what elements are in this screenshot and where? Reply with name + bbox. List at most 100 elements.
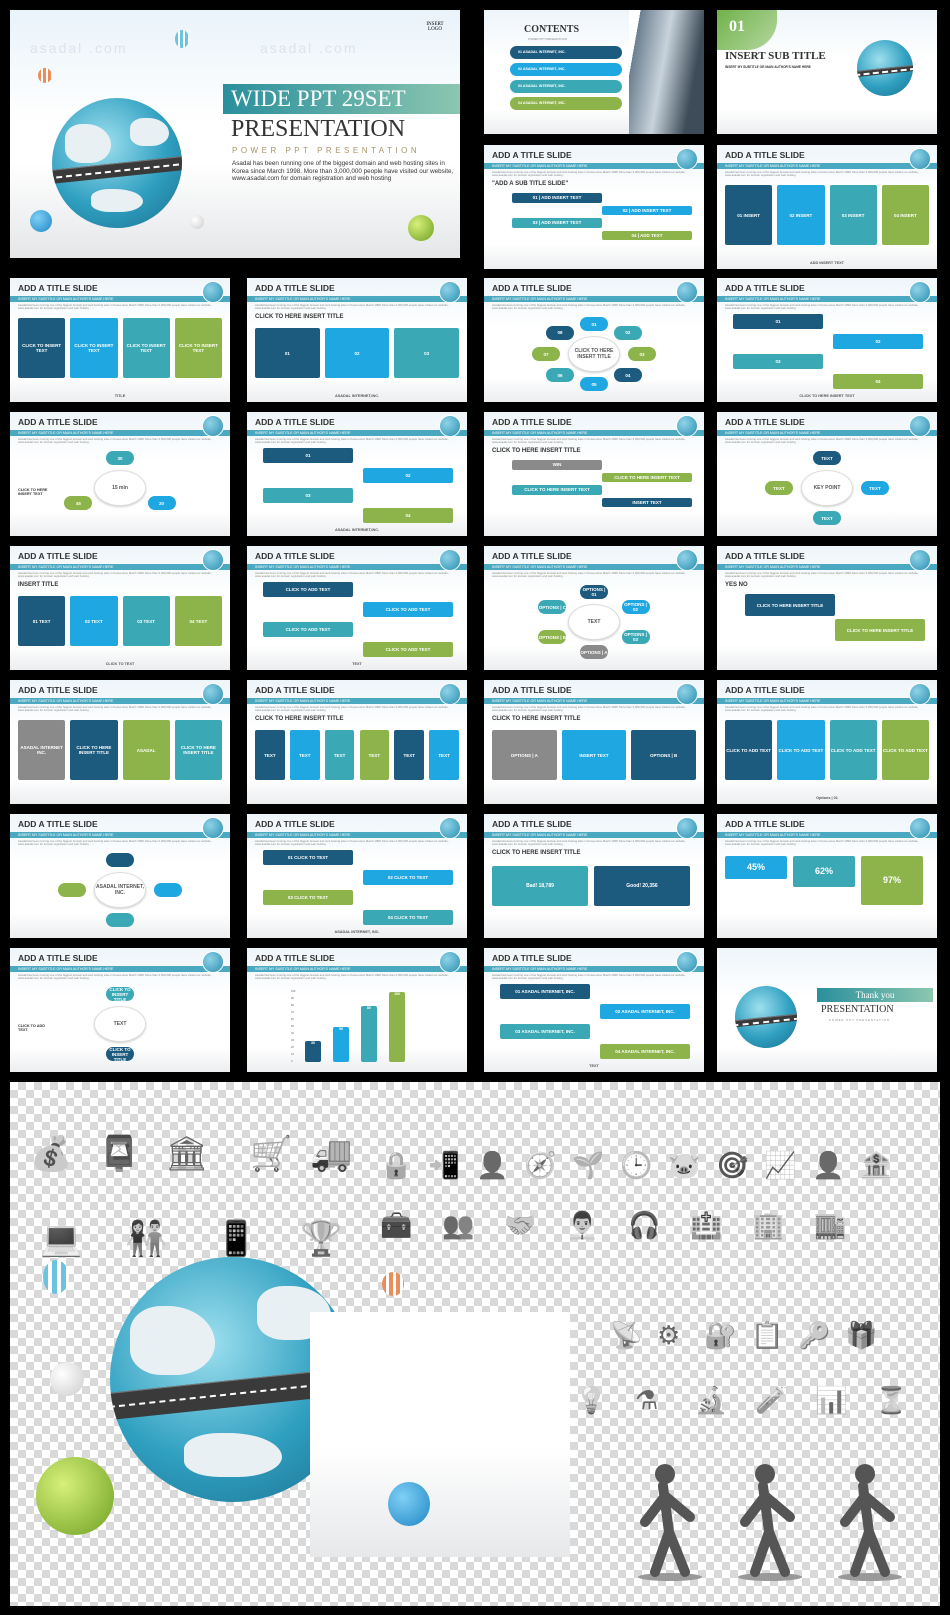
content-item[interactable]: OPTIONS | B — [631, 730, 696, 780]
content-item[interactable]: 01 | ADD INSERT TEXT — [512, 193, 602, 203]
content-item[interactable]: CLICK TO ADD TEXT — [725, 720, 773, 780]
content-item[interactable]: 100 — [389, 992, 405, 1062]
slide-thumbnail[interactable]: ADD A TITLE SLIDE INSERT MY SUBTITLE OR M… — [10, 412, 230, 536]
content-item[interactable]: 30 — [106, 451, 134, 465]
content-item[interactable]: TEXT — [765, 481, 793, 495]
content-item[interactable] — [106, 913, 134, 927]
content-item[interactable]: 01 — [733, 314, 823, 329]
slide-thumbnail[interactable]: ADD A TITLE SLIDE INSERT MY SUBTITLE OR M… — [717, 145, 937, 269]
content-item[interactable]: WIN — [512, 460, 602, 470]
content-item[interactable]: OPTIONS | A — [580, 645, 608, 659]
content-item[interactable]: 04 CLICK TO TEXT — [363, 910, 453, 925]
content-item[interactable]: CLICK TO INSERT TEXT — [18, 318, 66, 378]
slide-thumbnail[interactable]: ADD A TITLE SLIDE INSERT MY SUBTITLE OR M… — [247, 948, 467, 1072]
content-item[interactable]: 04 INSERT — [881, 185, 929, 245]
slide-thumbnail[interactable]: ADD A TITLE SLIDE INSERT MY SUBTITLE OR M… — [484, 412, 704, 536]
content-item[interactable]: TEXT — [394, 730, 425, 780]
content-item[interactable]: 50 — [333, 1027, 349, 1062]
content-item[interactable]: 03 INSERT — [829, 185, 877, 245]
content-item[interactable]: 02 INSERT — [777, 185, 825, 245]
content-item[interactable]: TEXT — [429, 730, 459, 780]
content-item[interactable]: OPTIONS | B — [538, 630, 567, 644]
content-item[interactable]: CLICK TO ADD TEXT — [263, 622, 353, 637]
cover-slide[interactable]: asadal .com asadal .com INSERT LOGO WIDE… — [10, 10, 460, 258]
slide-thumbnail[interactable]: ADD A TITLE SLIDE INSERT MY SUBTITLE OR M… — [10, 948, 230, 1072]
circle-center[interactable]: TEXT — [568, 604, 620, 640]
content-item[interactable]: 04 — [613, 368, 642, 383]
slide-thumbnail[interactable]: ADD A TITLE SLIDE INSERT MY SUBTITLE OR M… — [10, 814, 230, 938]
content-item[interactable]: 07 — [532, 347, 560, 361]
content-item[interactable]: CLICK TO HERE INSERT TITLE — [835, 619, 925, 641]
content-item[interactable]: OPTIONS | A — [492, 730, 557, 780]
content-item[interactable] — [106, 853, 134, 867]
content-item[interactable]: 01 — [580, 317, 608, 331]
content-item[interactable]: TEXT — [359, 730, 390, 780]
content-item[interactable]: 02 — [833, 334, 923, 349]
content-item[interactable]: 80 — [361, 1006, 377, 1062]
content-item[interactable]: 01 INSERT — [725, 185, 773, 245]
content-item[interactable]: CLICK TO ADD TEXT — [363, 602, 453, 617]
content-item[interactable]: 45 — [64, 496, 93, 510]
content-item[interactable]: 03 TEXT — [122, 596, 170, 646]
slide-thumbnail[interactable]: ADD A TITLE SLIDE INSERT MY SUBTITLE OR M… — [717, 412, 937, 536]
content-item[interactable]: 01 — [263, 448, 353, 463]
slide-thumbnail[interactable]: 01 INSERT SUB TITLE INSERT MY SUBTITLE OR … — [717, 10, 937, 134]
content-item[interactable]: 02 — [613, 325, 642, 340]
circle-center[interactable]: CLICK TO HERE INSERT TITLE — [568, 336, 620, 372]
content-item[interactable]: CLICK TO HERE INSERT TITLE — [174, 720, 222, 780]
content-item[interactable]: 02 | ADD INSERT TEXT — [602, 205, 692, 215]
content-item[interactable]: CLICK TO ADD TEXT — [881, 720, 929, 780]
content-item[interactable]: 97% — [861, 856, 923, 905]
slide-thumbnail[interactable]: ADD A TITLE SLIDE INSERT MY SUBTITLE OR M… — [484, 546, 704, 670]
slide-thumbnail[interactable]: ADD A TITLE SLIDE INSERT MY SUBTITLE OR M… — [717, 680, 937, 804]
content-item[interactable]: TEXT — [324, 730, 355, 780]
content-item[interactable]: 04 ASADAL INTERNET, INC. — [600, 1044, 690, 1059]
content-item[interactable]: OPTIONS | 02 — [621, 600, 650, 614]
slide-thumbnail[interactable]: ADD A TITLE SLIDE INSERT MY SUBTITLE OR M… — [10, 278, 230, 402]
content-item[interactable]: 03 — [733, 354, 823, 369]
content-item[interactable]: CLICK TO INSERT TEXT — [70, 318, 118, 378]
content-item[interactable]: 03 — [628, 347, 656, 361]
content-item[interactable]: 20 — [147, 496, 176, 510]
slide-thumbnail[interactable]: ADD A TITLE SLIDE INSERT MY SUBTITLE OR M… — [10, 546, 230, 670]
content-item[interactable]: 03 ASADAL INTERNET, INC. — [500, 1024, 590, 1039]
content-item[interactable]: TEXT — [813, 511, 841, 525]
content-item[interactable]: CLICK TO ADD TEXT — [829, 720, 877, 780]
content-item[interactable]: 04 TEXT — [174, 596, 222, 646]
content-item[interactable]: 03 — [263, 488, 353, 503]
content-item[interactable]: CLICK TO HERE INSERT TEXT — [602, 472, 692, 482]
content-item[interactable]: OPTIONS | 01 — [580, 585, 608, 599]
slide-thumbnail[interactable]: ADD A TITLE SLIDE INSERT MY SUBTITLE OR M… — [717, 814, 937, 938]
slide-thumbnail[interactable]: ADD A TITLE SLIDE INSERT MY SUBTITLE OR M… — [247, 546, 467, 670]
content-item[interactable]: Good! 20,356 — [594, 866, 690, 906]
circle-center[interactable]: KEY POINT — [801, 470, 853, 506]
contents-item[interactable]: 02 ASADAL INTERNET, INC. — [510, 63, 622, 76]
content-item[interactable]: CLICK TO INSERT TEXT — [174, 318, 222, 378]
circle-center[interactable]: ASADAL INTERNET, INC. — [94, 872, 146, 908]
content-item[interactable]: TEXT — [813, 451, 841, 465]
content-item[interactable]: ASADAL INTERNET INC. — [18, 720, 66, 780]
content-item[interactable]: 01 CLICK TO TEXT — [263, 850, 353, 865]
content-item[interactable]: 02 TEXT — [70, 596, 118, 646]
content-item[interactable]: 08 — [546, 325, 575, 340]
contents-item[interactable]: 01 ASADAL INTERNET, INC. — [510, 46, 622, 59]
slide-thumbnail[interactable]: ADD A TITLE SLIDE INSERT MY SUBTITLE OR M… — [484, 278, 704, 402]
content-item[interactable]: CLICK TO INSERT TEXT — [122, 318, 170, 378]
circle-center[interactable]: TEXT — [94, 1006, 146, 1042]
content-item[interactable]: 02 CLICK TO TEXT — [363, 870, 453, 885]
content-item[interactable]: Bad! 18,789 — [492, 866, 588, 906]
slide-thumbnail[interactable]: Thank you PRESENTATION POWER PPT PRESENTAT… — [717, 948, 937, 1072]
content-item[interactable] — [58, 883, 86, 897]
content-item[interactable]: 02 — [324, 328, 390, 378]
content-item[interactable] — [154, 883, 182, 897]
content-item[interactable]: CLICK TO INSERT TITLE — [106, 987, 134, 1002]
slide-thumbnail[interactable]: ADD A TITLE SLIDE INSERT MY SUBTITLE OR M… — [247, 814, 467, 938]
slide-thumbnail[interactable]: ADD A TITLE SLIDE INSERT MY SUBTITLE OR M… — [10, 680, 230, 804]
content-item[interactable]: 02 ASADAL INTERNET, INC. — [600, 1004, 690, 1019]
content-item[interactable]: INSERT TEXT — [561, 730, 627, 780]
content-item[interactable]: 04 | ADD TEXT — [602, 230, 692, 240]
slide-thumbnail[interactable]: ADD A TITLE SLIDE INSERT MY SUBTITLE OR M… — [247, 412, 467, 536]
content-item[interactable]: 06 — [546, 368, 575, 383]
content-item[interactable]: TEXT — [861, 481, 889, 495]
slide-thumbnail[interactable]: ADD A TITLE SLIDE INSERT MY SUBTITLE OR M… — [247, 680, 467, 804]
